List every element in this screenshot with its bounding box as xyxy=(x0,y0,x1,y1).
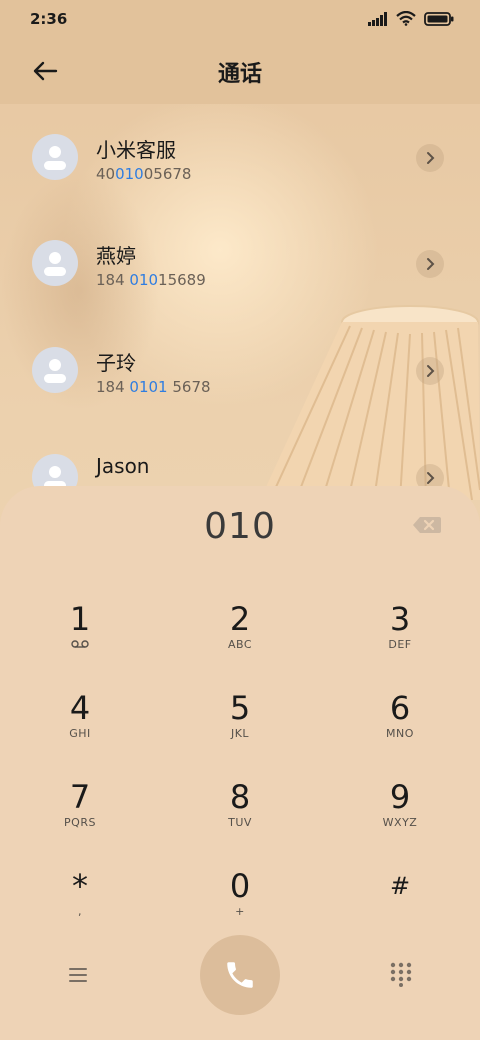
contact-number: 4001005678 xyxy=(96,165,192,183)
chevron-right-icon xyxy=(427,472,435,484)
key-4[interactable]: 4 GHI xyxy=(20,689,140,769)
contact-item[interactable]: 小米客服 4001005678 xyxy=(0,104,480,210)
key-7[interactable]: 7 PQRS xyxy=(20,778,140,858)
match-highlight: 010 xyxy=(115,165,144,183)
contact-item[interactable]: 燕婷 184 01015689 xyxy=(0,210,480,316)
phone-icon xyxy=(227,962,253,988)
backspace-icon xyxy=(413,517,441,533)
status-icons xyxy=(368,11,454,26)
signal-icon xyxy=(368,11,387,26)
avatar xyxy=(32,134,78,180)
contact-number: 184 0101 5678 xyxy=(96,378,211,396)
key-2[interactable]: 2 ABC xyxy=(180,600,300,680)
key-1[interactable]: 1 xyxy=(20,600,140,680)
app-header: 通话 xyxy=(0,40,480,104)
contact-detail-button[interactable] xyxy=(416,144,444,172)
battery-icon xyxy=(424,11,454,26)
chevron-right-icon xyxy=(427,365,435,377)
contact-item[interactable]: 子玲 184 0101 5678 xyxy=(0,317,480,423)
match-highlight: 0101 xyxy=(129,378,168,396)
dialpad-icon[interactable] xyxy=(388,961,414,987)
contact-number: 184 01015689 xyxy=(96,271,206,289)
menu-icon xyxy=(69,968,87,982)
dialer-sheet: 010 1 2 ABC 3 DEF 4 GHI 5 JKL 6 MNO 7 PQ… xyxy=(0,486,480,1040)
menu-button[interactable] xyxy=(62,963,94,987)
dial-input[interactable]: 010 xyxy=(0,506,480,547)
contact-detail-button[interactable] xyxy=(416,250,444,278)
contact-name: 燕婷 xyxy=(96,244,136,268)
chevron-right-icon xyxy=(427,258,435,270)
key-8[interactable]: 8 TUV xyxy=(180,778,300,858)
match-highlight: 010 xyxy=(129,271,159,289)
key-6[interactable]: 6 MNO xyxy=(340,689,460,769)
call-button[interactable] xyxy=(200,935,280,1015)
dialer-bottom-bar xyxy=(0,935,480,1015)
avatar xyxy=(32,240,78,286)
avatar xyxy=(32,347,78,393)
status-bar: 2:36 xyxy=(0,0,480,40)
key-3[interactable]: 3 DEF xyxy=(340,600,460,680)
chevron-right-icon xyxy=(427,152,435,164)
wifi-icon xyxy=(396,11,416,26)
status-time: 2:36 xyxy=(30,10,68,28)
contact-name: Jason xyxy=(96,454,150,478)
key-5[interactable]: 5 JKL xyxy=(180,689,300,769)
page-title: 通话 xyxy=(217,62,262,87)
contact-detail-button[interactable] xyxy=(416,357,444,385)
voicemail-icon xyxy=(71,640,89,648)
backspace-button[interactable] xyxy=(412,514,442,536)
key-9[interactable]: 9 WXYZ xyxy=(340,778,460,858)
contact-name: 小米客服 xyxy=(96,138,176,162)
contact-name: 子玲 xyxy=(96,351,136,375)
